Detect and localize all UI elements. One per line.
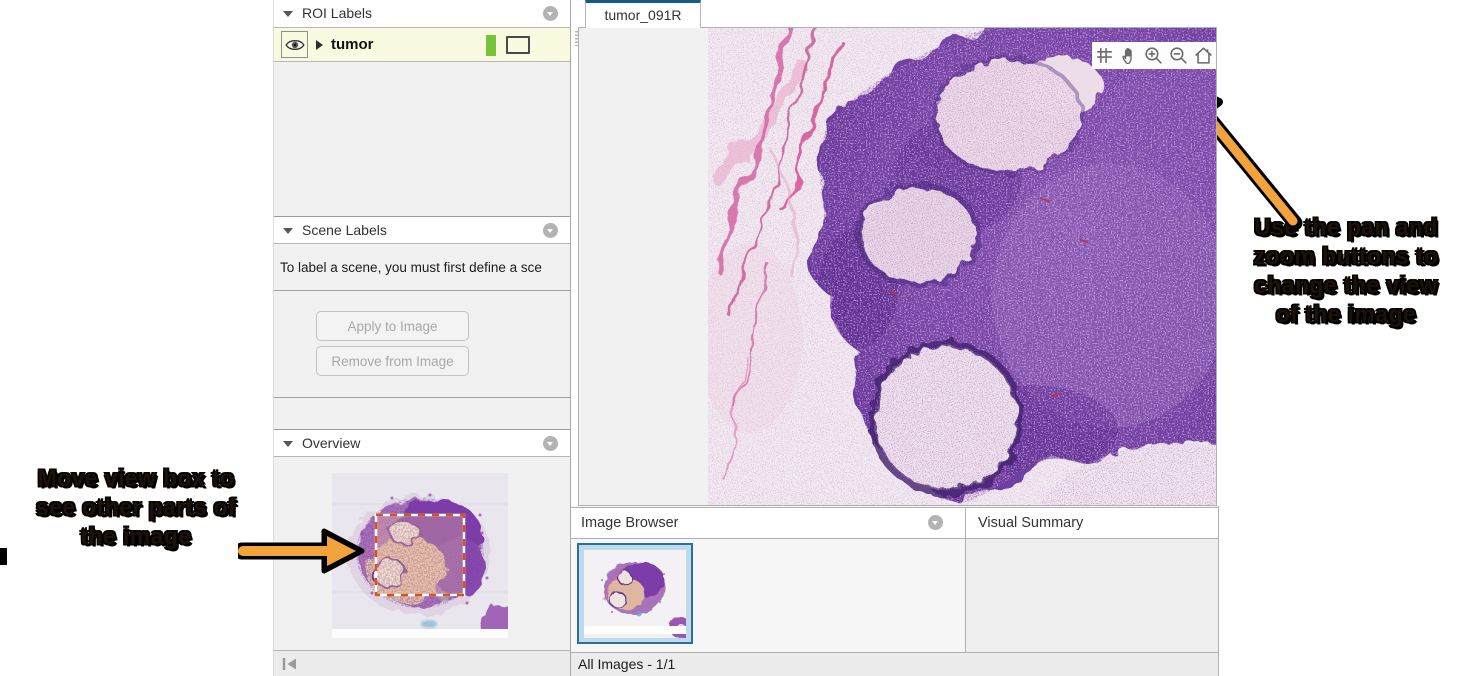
collapse-overview-icon[interactable] (283, 441, 293, 447)
left-arrow (238, 528, 365, 574)
medical-image-labeler-screen: ROI Labels tumor Scene Labels To label a… (0, 0, 1472, 676)
roi-panel-menu-button[interactable] (543, 6, 558, 21)
overview-panel-menu-button[interactable] (543, 436, 558, 451)
slide-viewport[interactable] (578, 27, 1217, 506)
labels-panel: ROI Labels tumor Scene Labels To label a… (273, 0, 571, 676)
status-bar: All Images - 1/1 (571, 652, 1218, 676)
roi-color-swatch[interactable] (486, 35, 496, 56)
collapse-scene-icon[interactable] (283, 228, 293, 234)
note-line: Move view box to (37, 465, 235, 491)
expand-label-icon[interactable] (316, 40, 323, 50)
overview-header: Overview (274, 429, 570, 457)
image-thumbnail-selected[interactable] (577, 543, 693, 644)
remove-from-image-button[interactable]: Remove from Image (316, 346, 469, 376)
note-line: of the image (1275, 301, 1417, 327)
roi-labels-header: ROI Labels (274, 0, 570, 28)
image-browser-content (571, 539, 965, 652)
note-line: see other parts of (35, 494, 237, 520)
viewer-toolbar (1092, 42, 1216, 69)
note-line: change the view (1254, 272, 1438, 298)
zoom-out-icon[interactable] (1168, 45, 1189, 66)
image-browser-header: Image Browser (571, 507, 965, 539)
scene-labels-header: Scene Labels (274, 216, 570, 244)
view-box-highlight (376, 515, 464, 595)
visual-summary-content (965, 539, 1218, 652)
zoom-in-icon[interactable] (1143, 45, 1164, 66)
visibility-toggle[interactable] (281, 31, 308, 58)
note-line: zoom buttons to (1253, 243, 1439, 269)
scene-labels-message: To label a scene, you must first define … (280, 260, 542, 275)
grid-icon[interactable] (1094, 45, 1115, 66)
overview-title: Overview (302, 435, 361, 451)
roi-label-row-tumor[interactable]: tumor (274, 28, 570, 62)
scene-panel-menu-button[interactable] (543, 223, 558, 238)
scene-labels-title: Scene Labels (302, 222, 387, 238)
apply-to-image-button[interactable]: Apply to Image (316, 311, 469, 341)
roi-labels-title: ROI Labels (302, 5, 373, 21)
scene-labels-message-area: To label a scene, you must first define … (274, 245, 570, 291)
visual-summary-header: Visual Summary (965, 507, 1218, 539)
scene-buttons-area: Apply to Image Remove from Image (274, 291, 570, 398)
note-line: the image (80, 523, 192, 549)
image-browser-menu-button[interactable] (928, 515, 943, 530)
roi-label-name: tumor (331, 36, 374, 53)
panel-footer (274, 650, 570, 676)
annotation-mark (0, 548, 7, 565)
eye-icon (284, 39, 305, 50)
rectangle-roi-icon[interactable] (506, 36, 530, 54)
image-browser-title: Image Browser (581, 515, 679, 531)
status-text: All Images - 1/1 (578, 656, 676, 672)
view-box-note: Move view box to see other parts of the … (0, 464, 272, 551)
slide-image[interactable] (708, 28, 1216, 505)
image-viewer-area: tumor_091R (571, 0, 1219, 506)
collapse-roi-icon[interactable] (283, 11, 293, 17)
tab-tumor-091R[interactable]: tumor_091R (585, 0, 701, 28)
visual-summary-title: Visual Summary (978, 515, 1084, 531)
pan-hand-icon[interactable] (1119, 45, 1140, 66)
browser-summary-panel: Image Browser Visual Summary All Images … (571, 506, 1219, 676)
collapse-panel-icon[interactable] (282, 657, 298, 671)
home-icon[interactable] (1193, 45, 1214, 66)
